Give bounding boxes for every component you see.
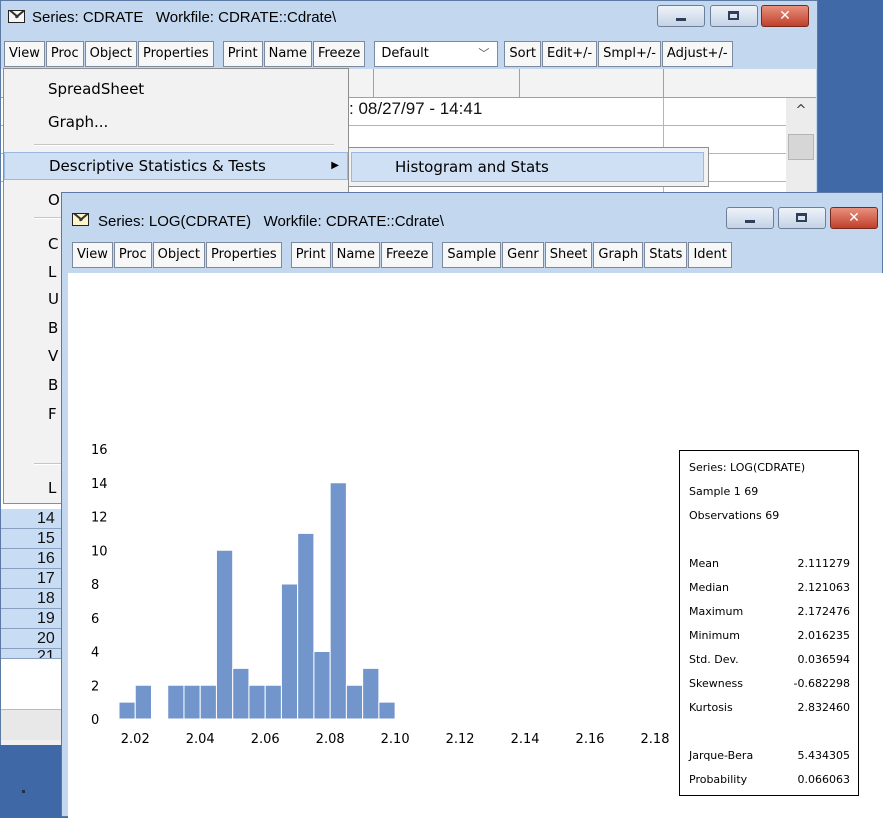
histogram-bar (232, 667, 250, 720)
stat-value: 2.111279 (797, 557, 851, 570)
histogram-bar (313, 651, 331, 720)
stat-label: Skewness (689, 677, 743, 690)
stat-value: 2.016235 (797, 629, 851, 642)
stat-value: 5.434305 (797, 749, 851, 762)
x-tick-label: 2.06 (251, 732, 280, 747)
y-tick-label: 14 (91, 477, 108, 492)
histogram-bar (378, 701, 396, 720)
stat-label: Std. Dev. (689, 653, 739, 666)
stats-observations: Observations 69 (689, 509, 780, 522)
histogram-bar (183, 684, 201, 720)
x-tick-label: 2.10 (381, 732, 410, 747)
histogram-bar (215, 549, 234, 720)
stat-label: Mean (689, 557, 719, 570)
y-tick-label: 4 (91, 646, 99, 661)
histogram-bar (134, 684, 152, 720)
histogram-bar (248, 684, 266, 720)
stat-label: Jarque-Bera (689, 749, 754, 762)
x-tick-label: 2.12 (446, 732, 475, 747)
stats-table: Series: LOG(CDRATE) Sample 1 69 Observat… (679, 450, 859, 796)
stat-label: Maximum (689, 605, 744, 618)
histogram-bar (167, 684, 185, 720)
y-tick-label: 2 (91, 679, 99, 694)
x-tick-label: 2.02 (121, 732, 150, 747)
y-tick-label: 6 (91, 612, 99, 627)
stat-label: Median (689, 581, 730, 594)
x-tick-label: 2.18 (641, 732, 670, 747)
histogram-bar (264, 684, 282, 720)
histogram-bar (329, 482, 347, 720)
histogram-bar (280, 583, 299, 720)
y-tick-label: 8 (91, 578, 99, 593)
stats-sample: Sample 1 69 (689, 485, 759, 498)
y-tick-label: 0 (91, 713, 99, 728)
stat-value: 2.832460 (797, 701, 851, 714)
histogram-bar (345, 684, 364, 720)
stat-value: 0.036594 (797, 653, 851, 666)
histogram-bar (118, 701, 136, 720)
stat-value: 2.121063 (797, 581, 851, 594)
stat-label: Probability (689, 773, 748, 786)
y-tick-label: 12 (91, 511, 108, 526)
stats-series-name: Series: LOG(CDRATE) (689, 461, 806, 474)
histogram-bar (362, 667, 380, 720)
x-tick-label: 2.08 (316, 732, 345, 747)
stat-value: -0.682298 (793, 677, 850, 690)
x-tick-label: 2.16 (576, 732, 605, 747)
x-tick-label: 2.14 (511, 732, 540, 747)
stat-label: Kurtosis (689, 701, 733, 714)
histogram-bar (199, 684, 217, 720)
y-tick-label: 16 (91, 443, 108, 458)
stat-value: 2.172476 (797, 605, 851, 618)
histogram-bar (297, 532, 315, 720)
y-tick-label: 10 (91, 544, 108, 559)
x-tick-label: 2.04 (186, 732, 215, 747)
stat-label: Minimum (689, 629, 740, 642)
stat-value: 0.066063 (797, 773, 851, 786)
